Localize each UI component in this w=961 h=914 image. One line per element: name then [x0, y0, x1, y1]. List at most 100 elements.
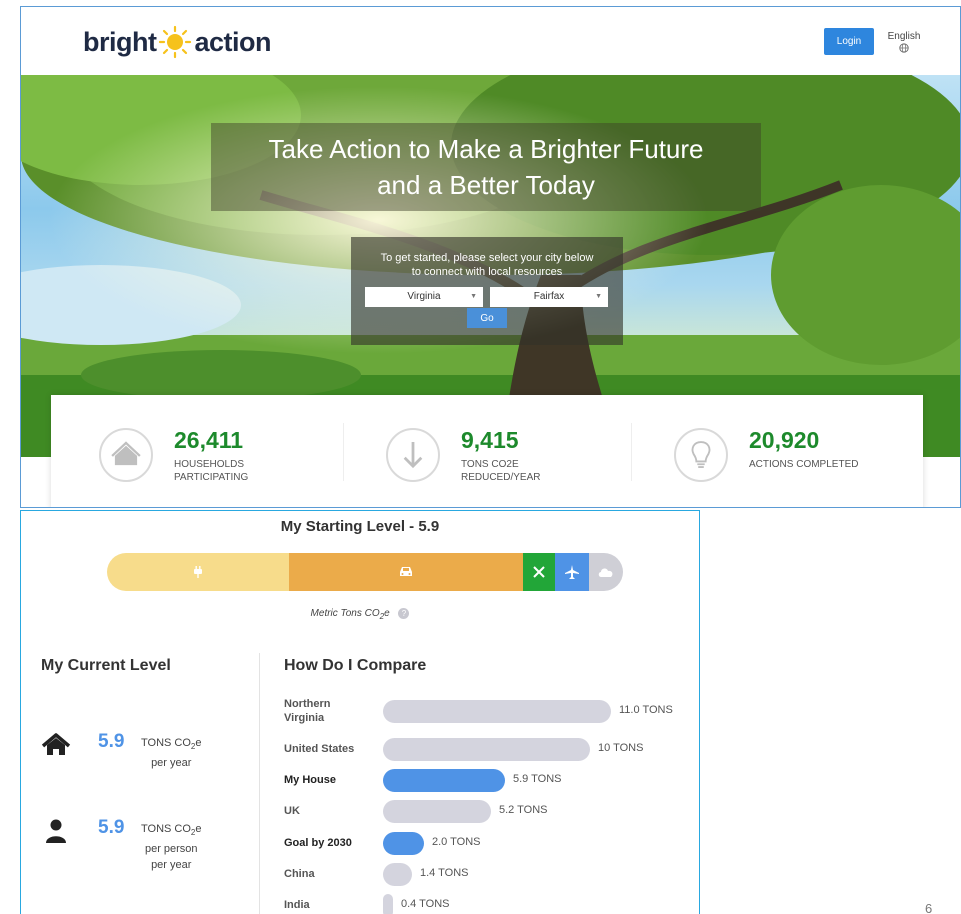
chevron-down-icon: ▼ [595, 293, 602, 300]
person-icon [46, 819, 66, 843]
chevron-down-icon: ▼ [470, 293, 477, 300]
bar-segment-food[interactable] [523, 553, 555, 591]
current-level-title: My Current Level [41, 657, 171, 674]
car-icon [400, 567, 412, 576]
compare-bar-value: 10 TONS [598, 742, 644, 754]
person-level-unit: TONS CO2e per person per year [141, 821, 202, 873]
stat-label-line1: ACTIONS COMPLETED [749, 459, 859, 470]
co2-reduced-count: 9,415 [461, 427, 519, 453]
compare-bar-value: 11.0 TONS [619, 704, 673, 716]
compare-bar-value: 1.4 TONS [420, 867, 469, 879]
household-level-unit: TONS CO2e per year [141, 735, 202, 771]
state-select[interactable]: Virginia ▼ [365, 287, 483, 307]
compare-row-label: My House [284, 774, 336, 786]
starting-level-title: My Starting Level - 5.9 [280, 518, 440, 535]
starting-level-bar [107, 553, 623, 591]
unit-suffix: e [195, 737, 202, 749]
compare-bar-value: 5.2 TONS [499, 804, 548, 816]
city-select-prompt: To get started, please select your city … [351, 251, 623, 279]
utensils-icon [533, 566, 545, 578]
unit-suffix: e [384, 608, 390, 620]
language-label: English [887, 31, 921, 42]
actions-count: 20,920 [749, 427, 820, 453]
language-selector[interactable]: English [887, 31, 921, 53]
unit-line2: per year [151, 757, 192, 770]
logo-text-action: action [194, 26, 271, 57]
bar-segment-air-travel[interactable] [555, 553, 589, 591]
unit-line3: per year [151, 859, 192, 872]
page-number: 6 [925, 901, 933, 914]
households-count: 26,411 [174, 427, 244, 453]
state-select-value: Virginia [407, 291, 441, 302]
metric-tons-unit-label: Metric Tons CO2e ? [21, 608, 699, 621]
stat-co2-reduced: 9,415 TONS CO2E REDUCED/YEAR [338, 395, 628, 507]
bar-segment-other[interactable] [589, 553, 623, 591]
compare-bar-value: 2.0 TONS [432, 836, 481, 848]
stats-bar: 26,411 HOUSEHOLDS PARTICIPATING 9,415 TO… [51, 395, 923, 507]
city-select-value: Fairfax [533, 291, 565, 302]
prompt-line1: To get started, please select your city … [380, 252, 594, 264]
lightbulb-icon [674, 428, 728, 482]
compare-bar-value: 5.9 TONS [513, 773, 562, 785]
hero-title-line1: Take Action to Make a Brighter Future [268, 134, 704, 164]
stat-label-line2: REDUCED/YEAR [461, 472, 541, 483]
stat-actions: 20,920 ACTIONS COMPLETED [626, 395, 923, 507]
compare-bar [383, 769, 505, 792]
carbon-footprint-panel: My Starting Level - 5.9 Metric Tons CO2e… [20, 510, 700, 914]
bar-segment-power[interactable] [107, 553, 289, 591]
stat-households: 26,411 HOUSEHOLDS PARTICIPATING [51, 395, 341, 507]
unit-line2: per person [144, 843, 198, 856]
hero-title-line2: and a Better Today [377, 170, 595, 200]
hero-title: Take Action to Make a Brighter Future an… [211, 131, 761, 203]
compare-row: Northern Virginia 11.0 TONS [284, 697, 694, 727]
person-level-value: 5.9 [98, 817, 125, 838]
house-icon [41, 733, 71, 755]
column-divider [259, 653, 260, 914]
down-arrow-icon [386, 428, 440, 482]
compare-row: UK 5.2 TONS [284, 797, 694, 827]
compare-row-label: Northern Virginia [284, 698, 331, 724]
stat-label-line1: HOUSEHOLDS [174, 459, 245, 470]
unit-suffix: e [195, 823, 202, 835]
logo-text-bright: bright [83, 26, 157, 57]
compare-row-label: Goal by 2030 [284, 837, 352, 849]
compare-bar-value: 0.4 TONS [401, 898, 450, 910]
compare-bar [383, 700, 611, 723]
prompt-line2: to connect with local resources [411, 266, 563, 278]
compare-row: United States 10 TONS [284, 735, 694, 765]
sun-icon [159, 25, 192, 59]
compare-row: China 1.4 TONS [284, 860, 694, 890]
compare-row-label: China [284, 868, 315, 880]
plane-icon [565, 565, 579, 579]
actions-label: ACTIONS COMPLETED [749, 458, 869, 471]
bar-segment-transport[interactable] [289, 553, 523, 591]
households-label: HOUSEHOLDS PARTICIPATING [174, 458, 294, 484]
help-icon[interactable]: ? [398, 608, 410, 619]
compare-bar [383, 832, 424, 855]
city-select[interactable]: Fairfax ▼ [490, 287, 608, 307]
current-level-person: 5.9 TONS CO2e per person per year [41, 815, 241, 875]
website-screenshot: bright action Login English Take Action … [20, 6, 961, 508]
household-level-value: 5.9 [98, 731, 125, 752]
go-button[interactable]: Go [467, 308, 507, 328]
stat-label-line1: TONS CO2E [461, 459, 519, 470]
login-button[interactable]: Login [824, 28, 874, 55]
unit-prefix: TONS CO [141, 737, 191, 749]
unit-prefix: TONS CO [141, 823, 191, 835]
compare-bar [383, 738, 590, 761]
compare-bar [383, 894, 393, 914]
cloud-icon [598, 568, 613, 577]
compare-row: Goal by 2030 2.0 TONS [284, 829, 694, 859]
unit-prefix: Metric Tons CO [310, 608, 380, 620]
compare-title: How Do I Compare [284, 657, 427, 674]
stat-label-line2: PARTICIPATING [174, 472, 249, 483]
plug-icon [194, 566, 202, 578]
compare-row-label: India [284, 899, 310, 911]
compare-row: My House 5.9 TONS [284, 766, 694, 796]
compare-row-label: UK [284, 805, 300, 817]
globe-icon [899, 43, 909, 53]
compare-row: India 0.4 TONS [284, 891, 694, 914]
co2-reduced-label: TONS CO2E REDUCED/YEAR [461, 458, 581, 484]
brightaction-logo[interactable]: bright action [83, 25, 271, 59]
compare-bar [383, 863, 412, 886]
